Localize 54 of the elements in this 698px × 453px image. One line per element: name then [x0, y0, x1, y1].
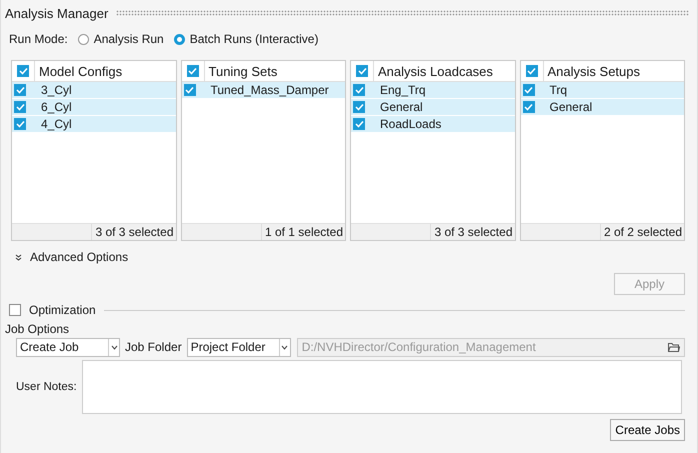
checkbox[interactable]	[17, 65, 29, 77]
folder-icon	[668, 342, 680, 352]
list-item[interactable]: RoadLoads	[351, 116, 514, 132]
create-jobs-button[interactable]: Create Jobs	[610, 419, 685, 441]
checkmark-icon	[358, 67, 366, 75]
checkbox[interactable]	[353, 118, 365, 130]
radio-option[interactable]: Batch Runs (Interactive)	[174, 32, 318, 46]
checkbox[interactable]	[14, 84, 26, 96]
list-item[interactable]: Trq	[520, 82, 684, 98]
checkbox[interactable]	[184, 84, 196, 96]
window-title: Analysis Manager	[5, 6, 108, 20]
column-header: Tuning Sets	[208, 62, 278, 81]
list-item[interactable]: 3_Cyl	[12, 82, 176, 98]
checkbox[interactable]	[353, 101, 365, 113]
checkmark-icon	[185, 86, 194, 94]
caret-icon	[110, 344, 118, 350]
drag-handle[interactable]	[116, 10, 689, 16]
section-title: Job Options	[4, 323, 70, 336]
chevron-down-icon	[15, 254, 22, 260]
column-header: Analysis Setups	[546, 62, 640, 81]
list-item[interactable]: Eng_Trq	[351, 82, 514, 98]
checkbox[interactable]	[522, 84, 534, 96]
caret-icon	[281, 344, 288, 350]
list-item[interactable]: 6_Cyl	[12, 99, 176, 115]
column-header: Analysis Loadcases	[377, 62, 493, 81]
checkbox[interactable]	[522, 101, 534, 113]
checkbox[interactable]	[353, 84, 365, 96]
run-mode-label: Run Mode:	[9, 32, 68, 46]
list-item[interactable]: General	[351, 99, 514, 115]
checkbox[interactable]	[9, 304, 21, 316]
checkbox[interactable]	[14, 101, 26, 113]
selection-count: 1 of 1 selected	[264, 224, 344, 240]
notes-field[interactable]	[82, 360, 682, 414]
checkmark-icon	[188, 67, 197, 75]
column-header: Model Configs	[38, 62, 122, 81]
field-label: User Notes:	[16, 381, 76, 393]
list-item[interactable]: General	[520, 99, 684, 115]
optimization-label: Optimization	[29, 303, 96, 317]
list-item[interactable]: Tuned_Mass_Damper	[182, 82, 345, 98]
selection-count: 3 of 3 selected	[94, 224, 174, 240]
list-item[interactable]: 4_Cyl	[12, 116, 176, 132]
dropdown[interactable]: Project Folder	[186, 338, 291, 356]
radio-option[interactable]: Analysis Run	[78, 32, 164, 46]
expander[interactable]: Advanced Options	[15, 250, 128, 264]
checkmark-icon	[18, 67, 28, 75]
selection-count: 2 of 2 selected	[602, 224, 683, 240]
checkbox[interactable]	[526, 65, 538, 77]
checkbox[interactable]	[356, 65, 368, 77]
checkbox[interactable]	[186, 65, 198, 77]
field-label: Job Folder	[125, 340, 182, 354]
dropdown[interactable]: Create Job	[16, 338, 120, 356]
checkbox[interactable]	[14, 118, 26, 130]
selection-count: 3 of 3 selected	[433, 224, 514, 240]
checkmark-icon	[527, 67, 536, 75]
